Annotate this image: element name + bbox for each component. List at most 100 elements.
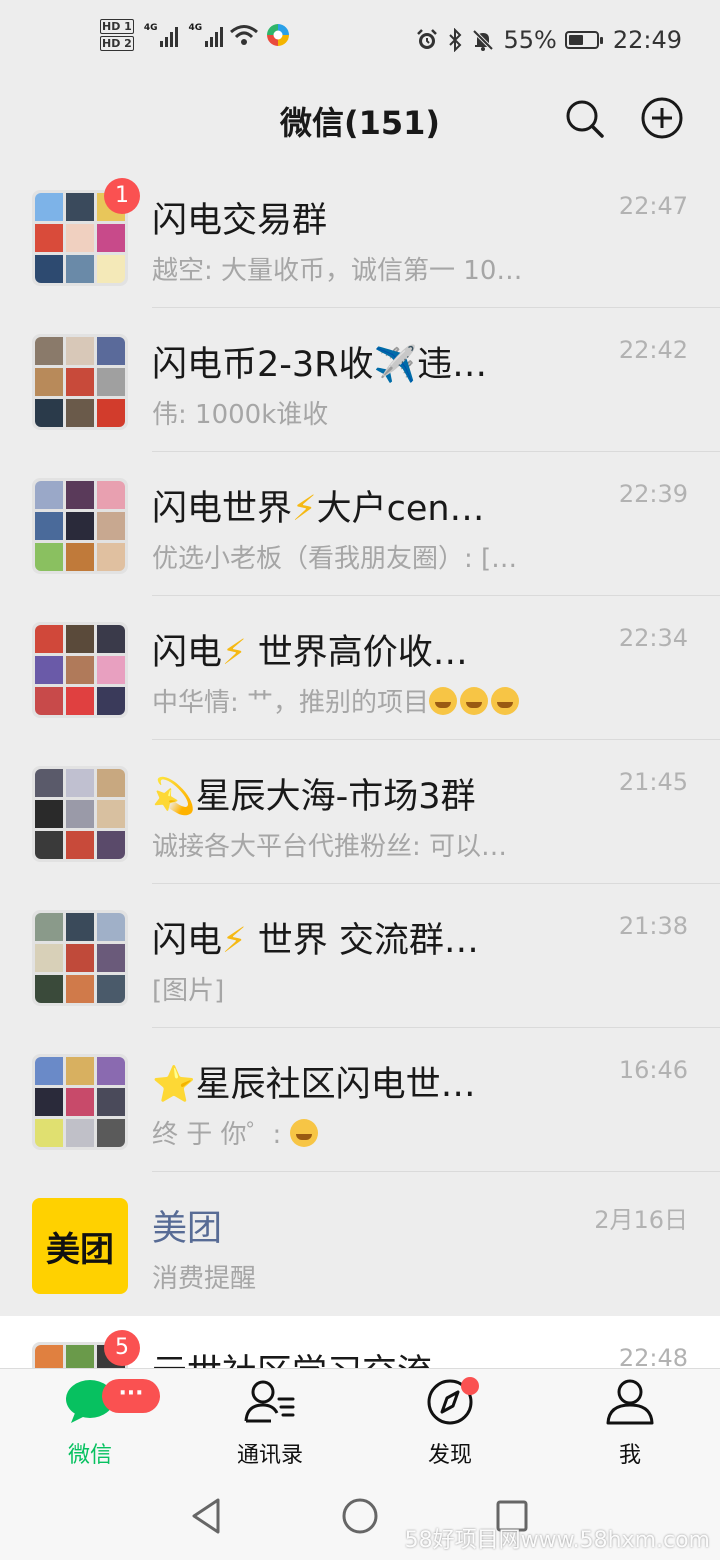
- member-avatar-tile: [35, 543, 63, 571]
- avatar-grid: [35, 481, 125, 571]
- group-avatar: [32, 478, 128, 574]
- member-avatar-tile: [35, 224, 63, 252]
- net2-label: 4G: [188, 23, 203, 33]
- network-indicators: HD 1 HD 2 4G 4G: [100, 18, 291, 52]
- chat-preview: 消费提醒: [152, 1264, 257, 1294]
- chat-preview-text: 终 于 你゜:: [152, 1120, 282, 1150]
- home-circle-icon[interactable]: [340, 1496, 380, 1536]
- group-avatar: [32, 910, 128, 1006]
- chat-list: 1 闪电交易群 越空: 大量收币，诚信第一 10… 22:47 闪电币2-3R收…: [0, 164, 720, 1460]
- member-avatar-tile: [97, 769, 125, 797]
- member-avatar-tile: [97, 975, 125, 1003]
- member-avatar-tile: [35, 255, 63, 283]
- chat-name-start: 闪电: [152, 633, 223, 673]
- member-avatar-tile: [66, 368, 94, 396]
- chat-name: 闪电世界⚡大户cen…: [152, 480, 522, 531]
- bluetooth-icon: [449, 28, 462, 52]
- member-avatar-tile: [35, 625, 63, 653]
- member-avatar-tile: [66, 913, 94, 941]
- app-header: 微信(151): [0, 84, 720, 164]
- group-avatar: [32, 622, 128, 718]
- member-avatar-tile: [66, 399, 94, 427]
- member-avatar-tile: [66, 800, 94, 828]
- tab-me[interactable]: 我: [570, 1377, 690, 1469]
- chat-preview: 伟: 1000k谁收: [152, 400, 329, 430]
- chat-item[interactable]: 闪电⚡ 世界 交流群… [图片] 21:38: [0, 884, 720, 1028]
- member-avatar-tile: [97, 831, 125, 859]
- unread-badge: 1: [104, 178, 140, 214]
- tab-discover[interactable]: 发现: [390, 1377, 510, 1469]
- net1-label: 4G: [143, 23, 158, 33]
- chat-item[interactable]: 闪电币2-3R收✈️违… 伟: 1000k谁收 22:42: [0, 308, 720, 452]
- group-avatar: 1: [32, 178, 140, 286]
- member-avatar-tile: [66, 481, 94, 509]
- chat-item[interactable]: 闪电⚡ 世界高价收… 中华情: 艹，推别的项目 22:34: [0, 596, 720, 740]
- member-avatar-tile: [97, 337, 125, 365]
- chat-name: 闪电⚡ 世界 交流群…: [152, 912, 522, 963]
- member-avatar-tile: [35, 337, 63, 365]
- member-avatar-tile: [97, 625, 125, 653]
- chat-name-end: 世界 交流群…: [246, 921, 479, 961]
- member-avatar-tile: [97, 656, 125, 684]
- chat-time: 21:45: [618, 768, 688, 796]
- chat-name: 闪电交易群: [152, 201, 328, 241]
- tab-label: 微信: [67, 1443, 112, 1468]
- member-avatar-tile: [97, 255, 125, 283]
- chat-name: ⭐星辰社区闪电世…: [152, 1065, 476, 1105]
- member-avatar-tile: [35, 769, 63, 797]
- lightning-icon: ⚡: [292, 489, 317, 529]
- tab-label: 我: [618, 1443, 641, 1468]
- back-triangle-icon[interactable]: [188, 1496, 224, 1536]
- add-menu-icon[interactable]: [640, 96, 684, 140]
- member-avatar-tile: [66, 1057, 94, 1085]
- member-avatar-tile: [97, 1057, 125, 1085]
- tab-label: 通讯录: [236, 1443, 303, 1468]
- member-avatar-tile: [35, 1119, 63, 1147]
- chat-name-end: 大户cen…: [316, 489, 485, 529]
- member-avatar-tile: [35, 481, 63, 509]
- member-avatar-tile: [66, 975, 94, 1003]
- member-avatar-tile: [35, 368, 63, 396]
- tab-contacts[interactable]: 通讯录: [210, 1377, 330, 1469]
- signal-1-icon: 4G: [144, 23, 179, 47]
- chat-time: 16:46: [618, 1056, 688, 1084]
- battery-percent: 55%: [503, 26, 557, 54]
- chat-preview-text: 中华情: 艹，推别的项目: [152, 688, 430, 718]
- member-avatar-tile: [97, 800, 125, 828]
- member-avatar-tile: [35, 800, 63, 828]
- member-avatar-tile: [97, 399, 125, 427]
- mute-icon: [473, 29, 494, 51]
- group-avatar: [32, 1054, 128, 1150]
- avatar-grid: [35, 625, 125, 715]
- chat-item-meituan[interactable]: 美团 美团 消费提醒 2月16日: [0, 1172, 720, 1316]
- search-icon[interactable]: [562, 96, 606, 140]
- unread-badge: 5: [104, 1330, 140, 1366]
- chat-time: 21:38: [618, 912, 688, 940]
- chat-item[interactable]: 闪电世界⚡大户cen… 优选小老板（看我朋友圈）: [… 22:39: [0, 452, 720, 596]
- member-avatar-tile: [97, 1119, 125, 1147]
- system-nav-bar: 58好项目网www.58hxm.com: [0, 1468, 720, 1560]
- chat-item[interactable]: 💫星辰大海-市场3群 诚接各大平台代推粉丝: 可以… 21:45: [0, 740, 720, 884]
- laughing-emoji-icon: [460, 687, 489, 715]
- member-avatar-tile: [66, 512, 94, 540]
- member-avatar-tile: [66, 1088, 94, 1116]
- chat-time: 2月16日: [594, 1206, 688, 1234]
- chat-time: 22:47: [618, 192, 688, 220]
- member-avatar-tile: [35, 944, 63, 972]
- chat-item[interactable]: 1 闪电交易群 越空: 大量收币，诚信第一 10… 22:47: [0, 164, 720, 308]
- member-avatar-tile: [66, 656, 94, 684]
- member-avatar-tile: [97, 687, 125, 715]
- member-avatar-tile: [66, 193, 94, 221]
- avatar-grid: [35, 913, 125, 1003]
- chat-preview: [图片]: [152, 976, 225, 1006]
- avatar-grid: [35, 1057, 125, 1147]
- chat-item[interactable]: ⭐星辰社区闪电世… 终 于 你゜: 16:46: [0, 1028, 720, 1172]
- member-avatar-tile: [97, 944, 125, 972]
- chat-name: 美团: [152, 1209, 223, 1249]
- avatar-grid: [35, 769, 125, 859]
- member-avatar-tile: [97, 913, 125, 941]
- tab-label: 发现: [427, 1443, 472, 1468]
- member-avatar-tile: [66, 831, 94, 859]
- member-avatar-tile: [66, 337, 94, 365]
- chat-name-start: 闪电: [152, 921, 223, 961]
